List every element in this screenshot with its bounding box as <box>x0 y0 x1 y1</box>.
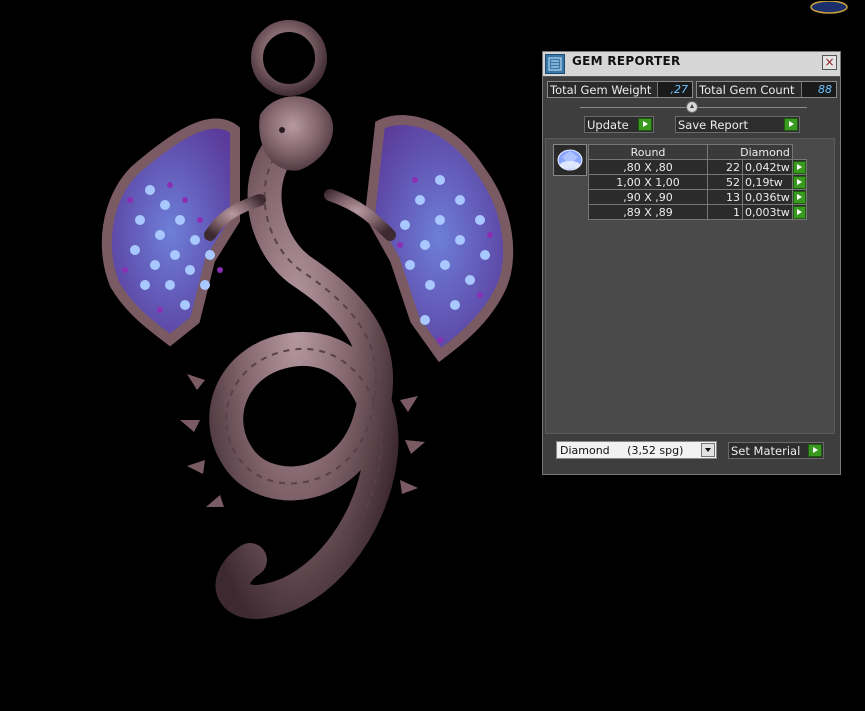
gem-reporter-panel: GEM REPORTER × Total Gem Weight ,27 Tota… <box>542 51 841 475</box>
row-action-cell <box>791 189 807 205</box>
gem-size: ,90 X ,90 <box>588 189 708 205</box>
table-row: ,90 X ,90 13 0,036tw <box>588 189 807 205</box>
total-gem-weight-value: ,27 <box>657 82 692 97</box>
play-arrow-icon <box>638 118 652 131</box>
set-material-button-label: Set Material <box>731 444 801 458</box>
panel-title: GEM REPORTER <box>572 54 681 68</box>
gem-size: ,80 X ,80 <box>588 159 708 175</box>
header-spacer <box>792 145 806 160</box>
save-report-button-label: Save Report <box>678 118 749 132</box>
total-gem-count-value: 88 <box>801 82 836 97</box>
gem-table: Round Diamond ,80 X ,80 22 0,042tw 1,00 … <box>588 144 807 220</box>
total-gem-weight-field: Total Gem Weight ,27 <box>547 81 693 98</box>
play-arrow-icon <box>784 118 798 131</box>
play-arrow-icon[interactable] <box>792 160 806 174</box>
gem-size: ,89 X ,89 <box>588 204 708 220</box>
play-arrow-icon[interactable] <box>792 205 806 219</box>
material-select-value: Diamond (3,52 spg) <box>560 444 684 457</box>
gem-weight: 0,042tw <box>742 159 793 175</box>
gem-weight: 0,003tw <box>742 204 793 220</box>
round-gem-icon[interactable] <box>553 144 587 176</box>
gem-count: 22 <box>707 159 743 175</box>
table-row: ,80 X ,80 22 0,042tw <box>588 159 807 175</box>
material-header: Diamond <box>707 144 793 160</box>
total-gem-count-field: Total Gem Count 88 <box>696 81 837 98</box>
table-row: ,89 X ,89 1 0,003tw <box>588 204 807 220</box>
update-button[interactable]: Update <box>584 116 654 133</box>
app-logo-icon <box>809 0 849 14</box>
panel-titlebar[interactable]: GEM REPORTER × <box>543 52 840 77</box>
panel-slider-knob[interactable] <box>686 101 698 113</box>
material-select[interactable]: Diamond (3,52 spg) <box>556 441 717 459</box>
gem-size: 1,00 X 1,00 <box>588 174 708 190</box>
gem-report-area: Round Diamond ,80 X ,80 22 0,042tw 1,00 … <box>545 138 835 434</box>
total-gem-weight-label: Total Gem Weight <box>550 83 652 97</box>
gem-count: 52 <box>707 174 743 190</box>
save-report-button[interactable]: Save Report <box>675 116 800 133</box>
dropdown-arrow-icon[interactable] <box>701 443 715 457</box>
shape-header: Round <box>588 144 708 160</box>
gem-count: 1 <box>707 204 743 220</box>
total-gem-count-label: Total Gem Count <box>699 83 795 97</box>
row-action-cell <box>791 159 807 175</box>
row-action-cell <box>791 174 807 190</box>
dragon-pendant-render <box>101 20 514 619</box>
play-arrow-icon <box>808 444 822 457</box>
gem-weight: 0,036tw <box>742 189 793 205</box>
gem-reporter-icon <box>545 54 565 74</box>
close-icon: × <box>824 55 835 69</box>
update-button-label: Update <box>587 118 629 132</box>
close-button[interactable]: × <box>822 55 837 70</box>
gem-weight: 0,19tw <box>742 174 793 190</box>
play-arrow-icon[interactable] <box>792 175 806 189</box>
row-action-cell <box>791 204 807 220</box>
play-arrow-icon[interactable] <box>792 190 806 204</box>
table-header-row: Round Diamond <box>588 144 807 160</box>
gem-count: 13 <box>707 189 743 205</box>
table-row: 1,00 X 1,00 52 0,19tw <box>588 174 807 190</box>
set-material-button[interactable]: Set Material <box>728 442 824 459</box>
